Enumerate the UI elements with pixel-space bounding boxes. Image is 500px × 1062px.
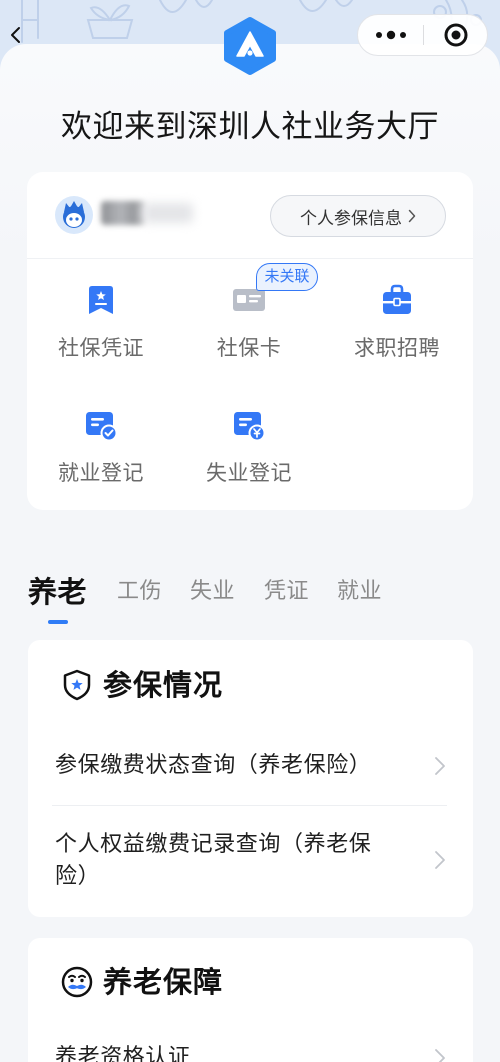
chevron-right-icon	[434, 1048, 446, 1062]
service-social-security-card[interactable]: 社保卡	[175, 278, 323, 368]
service-unemployment-registration[interactable]: 失业登记	[175, 403, 323, 493]
document-yen-icon	[232, 408, 266, 442]
tab-pension[interactable]: 养老	[28, 572, 87, 612]
section-insurance-status: 参保情况 参保缴费状态查询（养老保险） 个人权益缴费记录查询（养老保险）	[28, 640, 473, 917]
page-title: 欢迎来到深圳人社业务大厅	[61, 109, 439, 145]
more-menu-button[interactable]	[358, 15, 423, 55]
section-pension-security: 养老保障 养老资格认证	[28, 938, 473, 1062]
chevron-right-icon	[434, 850, 446, 870]
elder-face-icon	[60, 965, 94, 999]
service-label: 失业登记	[206, 461, 292, 485]
tab-employment[interactable]: 就业	[337, 572, 382, 612]
document-check-icon	[84, 408, 118, 442]
certificate-icon	[84, 283, 118, 317]
shield-star-icon	[60, 668, 94, 702]
list-item-label: 参保缴费状态查询（养老保险）	[55, 753, 372, 778]
briefcase-icon	[380, 283, 414, 317]
section-title: 养老保障	[103, 965, 224, 999]
active-tab-indicator	[48, 620, 68, 624]
list-item-payment-status-query[interactable]: 参保缴费状态查询（养老保险）	[55, 746, 447, 786]
row-divider	[52, 805, 447, 806]
chevron-right-icon	[434, 756, 446, 776]
cartoon-avatar-icon	[55, 196, 93, 234]
section-title: 参保情况	[103, 668, 224, 702]
hexagon-logo-icon	[222, 16, 278, 76]
service-label: 就业登记	[58, 461, 144, 485]
user-name-blurred-tail	[143, 203, 193, 223]
close-mini-program-button[interactable]	[424, 15, 487, 55]
back-button[interactable]	[4, 23, 28, 47]
tab-work-injury[interactable]: 工伤	[117, 572, 162, 612]
more-dots-icon	[375, 30, 406, 40]
service-social-security-certificate[interactable]: 社保凭证	[27, 278, 175, 368]
service-label: 社保卡	[216, 336, 282, 360]
chevron-left-icon	[11, 27, 20, 43]
service-employment-registration[interactable]: 就业登记	[27, 403, 175, 493]
list-item-label: 养老资格认证	[55, 1045, 191, 1062]
service-label: 社保凭证	[58, 336, 144, 360]
list-item-contribution-record-query[interactable]: 个人权益缴费记录查询（养老保险）	[55, 829, 447, 893]
user-name-blurred	[101, 201, 145, 225]
profile-button-label: 个人参保信息	[300, 208, 402, 229]
service-job-recruitment[interactable]: 求职招聘	[323, 278, 471, 368]
tab-certificate[interactable]: 凭证	[264, 572, 309, 612]
list-item-label: 个人权益缴费记录查询（养老保险）	[55, 832, 372, 889]
personal-insurance-info-button[interactable]: 个人参保信息	[270, 195, 446, 237]
unlinked-badge: 未关联	[256, 263, 318, 291]
target-circle-icon	[444, 23, 467, 47]
chevron-right-icon	[408, 209, 416, 223]
mini-program-capsule	[357, 14, 488, 56]
list-item-pension-qualification-certification[interactable]: 养老资格认证	[55, 1038, 447, 1062]
card-divider	[27, 258, 473, 259]
service-label: 求职招聘	[354, 336, 440, 360]
user-card: 个人参保信息 社保凭证 社保卡 求职招聘 就业登记 失业登记 未关联	[27, 172, 473, 510]
tab-unemployment[interactable]: 失业	[190, 572, 235, 612]
